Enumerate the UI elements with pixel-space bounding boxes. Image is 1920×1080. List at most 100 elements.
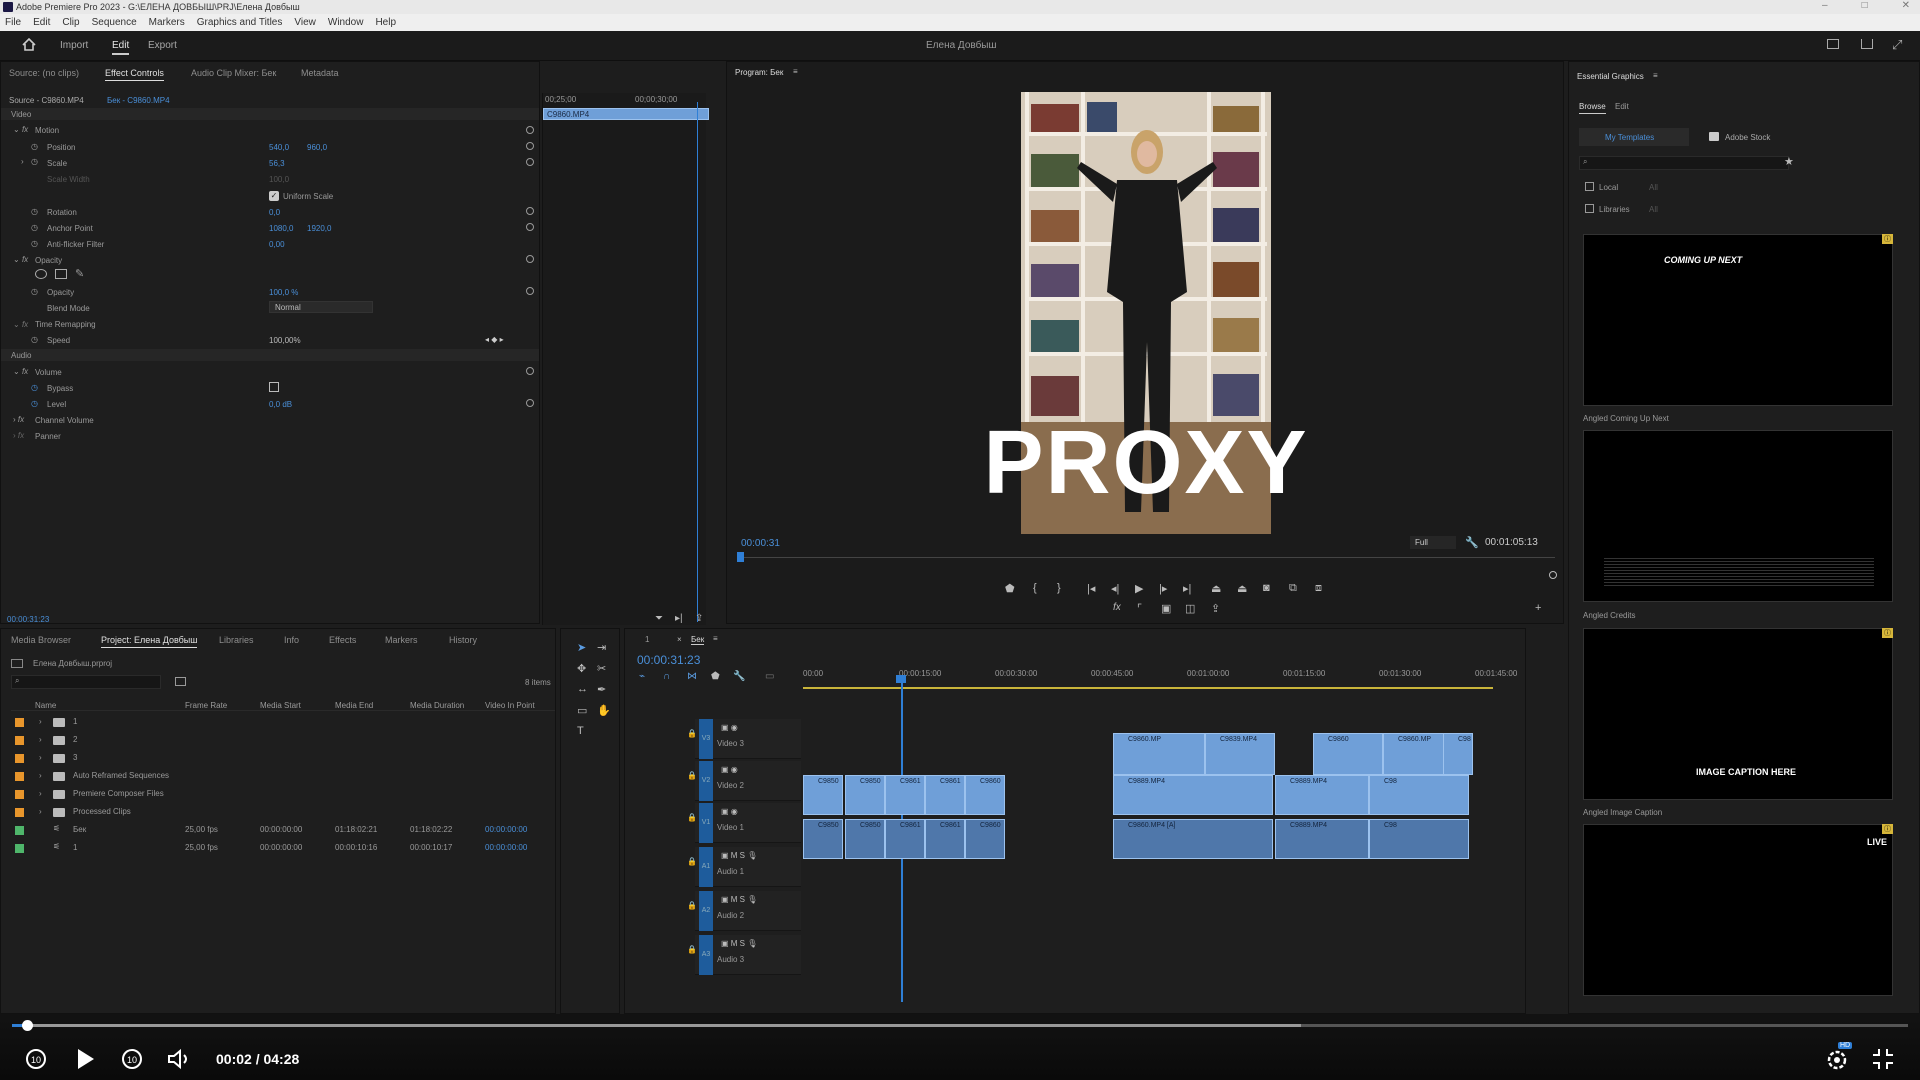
timeline-timecode[interactable]: 00:00:31:23 <box>637 653 700 667</box>
source-clip-label[interactable]: Source - C9860.MP4 <box>9 96 84 105</box>
tab-effects[interactable]: Effects <box>329 635 356 645</box>
tab-import[interactable]: Import <box>60 40 88 51</box>
audio-clip[interactable]: C9860 <box>965 819 1005 859</box>
anchor-x-value[interactable]: 1080,0 <box>269 224 293 233</box>
playhead-handle[interactable] <box>896 675 906 683</box>
label-color-swatch[interactable] <box>15 754 24 763</box>
adobe-stock-tab[interactable]: Adobe Stock <box>1725 133 1770 142</box>
minimize-icon[interactable]: – <box>1822 0 1828 14</box>
eg-tab-browse[interactable]: Browse <box>1579 102 1606 114</box>
settings-wrench-icon[interactable]: 🔧 <box>733 671 745 682</box>
go-to-out-icon[interactable]: ▸| <box>1183 582 1191 595</box>
compare-view-icon[interactable]: ⧉ <box>1289 582 1297 595</box>
video-clip[interactable]: C9850 <box>845 775 885 815</box>
stopwatch-icon[interactable]: ◷ <box>31 287 38 296</box>
project-row[interactable]: ⚟ Бек 25,00 fps 00:00:00:00 01:18:02:21 01:18… <box>11 822 555 838</box>
col-media-start[interactable]: Media Start <box>260 701 301 710</box>
hand-tool-icon[interactable]: ✋ <box>597 704 611 717</box>
template-thumb-coming-up-next[interactable]: COMING UP NEXT <box>1583 234 1893 406</box>
col-media-end[interactable]: Media End <box>335 701 373 710</box>
stopwatch-icon[interactable]: ◷ <box>31 142 38 151</box>
eg-tab-edit[interactable]: Edit <box>1615 102 1629 111</box>
stopwatch-icon[interactable]: ◷ <box>31 207 38 216</box>
play-icon[interactable] <box>74 1047 96 1071</box>
exit-fullscreen-icon[interactable] <box>1872 1048 1894 1070</box>
tab-effect-controls[interactable]: Effect Controls <box>105 68 164 81</box>
label-color-swatch[interactable] <box>15 844 24 853</box>
menu-window[interactable]: Window <box>328 14 364 31</box>
blend-mode-select[interactable]: Normal <box>275 303 301 312</box>
settings-wrench-icon[interactable]: 🔧 <box>1465 536 1479 549</box>
track-lock-icon[interactable]: 🔒 <box>687 813 697 822</box>
audio-clip[interactable]: C9850 <box>845 819 885 859</box>
track-source-patch[interactable]: V1 <box>699 803 713 843</box>
label-color-swatch[interactable] <box>15 736 24 745</box>
forward-10-icon[interactable]: 10 <box>120 1047 144 1071</box>
maximize-icon[interactable]: □ <box>1862 0 1868 14</box>
share-icon[interactable] <box>1861 39 1873 49</box>
eg-search-input[interactable] <box>1579 156 1789 170</box>
play-icon[interactable]: ▶ <box>1135 582 1143 595</box>
track-visibility-icon[interactable]: ▣ ◉ <box>721 723 738 732</box>
track-lock-icon[interactable]: 🔒 <box>687 771 697 780</box>
ec-current-time[interactable]: 00:00:31:23 <box>7 615 49 624</box>
proxy-toggle-icon[interactable]: ⧈ <box>1315 582 1322 595</box>
track-lock-icon[interactable]: 🔒 <box>687 857 697 866</box>
selection-tool-icon[interactable]: ➤ <box>577 641 586 654</box>
track-area[interactable]: C9860.MP C9839.MP4 C9860 C9860.MP C98 C9850 C9… <box>803 689 1503 1009</box>
track-lock-icon[interactable]: 🔒 <box>687 729 697 738</box>
tab-audio-clip-mixer[interactable]: Audio Clip Mixer: Бек <box>191 68 276 78</box>
position-x-value[interactable]: 540,0 <box>269 143 289 152</box>
scale-value[interactable]: 56,3 <box>269 159 285 168</box>
track-mute-solo-icon[interactable]: ▣ M S 🎙 <box>721 895 757 904</box>
settings-gear-icon[interactable] <box>1824 1046 1850 1072</box>
stopwatch-icon[interactable]: ◷ <box>31 399 38 408</box>
stopwatch-icon[interactable]: ◷ <box>31 335 38 344</box>
project-row[interactable]: › Premiere Composer Files <box>11 786 555 802</box>
menu-edit[interactable]: Edit <box>33 14 50 31</box>
reset-icon[interactable] <box>526 399 534 407</box>
track-mute-solo-icon[interactable]: ▣ M S 🎙 <box>721 939 757 948</box>
filter-icon[interactable]: ⏷ <box>655 613 663 624</box>
video-clip[interactable]: C98 <box>1443 733 1473 775</box>
video-clip[interactable]: C9850 <box>803 775 843 815</box>
template-thumb-image-caption[interactable]: IMAGE CAPTION HERE <box>1583 628 1893 800</box>
project-row[interactable]: › Processed Clips <box>11 804 555 820</box>
sequence-clip-label[interactable]: Бек - C9860.MP4 <box>107 96 170 105</box>
captions-icon[interactable]: ▭ <box>765 671 774 682</box>
button-editor-icon[interactable]: + <box>1535 602 1541 614</box>
pen-mask-icon[interactable]: ✎ <box>75 267 84 280</box>
col-media-duration[interactable]: Media Duration <box>410 701 464 710</box>
menu-file[interactable]: File <box>5 14 21 31</box>
tab-project[interactable]: Project: Елена Довбыш <box>101 635 198 648</box>
expand-folder-icon[interactable]: › <box>39 807 42 816</box>
track-lock-icon[interactable]: 🔒 <box>687 901 697 910</box>
expand-folder-icon[interactable]: › <box>39 789 42 798</box>
share-frame-icon[interactable]: ⇪ <box>1211 602 1220 615</box>
ellipse-mask-icon[interactable] <box>35 269 47 279</box>
zoom-handle[interactable] <box>1549 571 1557 579</box>
reset-icon[interactable] <box>526 223 534 231</box>
local-dropdown[interactable]: All <box>1649 183 1759 192</box>
position-y-value[interactable]: 960,0 <box>307 143 327 152</box>
go-to-in-icon[interactable]: |◂ <box>1087 582 1095 595</box>
track-visibility-icon[interactable]: ▣ ◉ <box>721 807 738 816</box>
panel-menu-icon[interactable]: ≡ <box>793 67 798 76</box>
fx-bypass-icon[interactable]: fx <box>1113 602 1121 613</box>
audio-clip[interactable]: C9861 <box>885 819 925 859</box>
level-value[interactable]: 0,0 dB <box>269 400 292 409</box>
audio-clip[interactable]: C98 <box>1369 819 1469 859</box>
reset-icon[interactable] <box>526 207 534 215</box>
fx-motion-toggle[interactable]: ⌄ fx <box>13 125 28 134</box>
export-frame-icon[interactable]: ⇪ <box>695 613 703 624</box>
video-clip[interactable]: C9889.MP4 <box>1275 775 1369 815</box>
menu-help[interactable]: Help <box>375 14 396 31</box>
expand-folder-icon[interactable]: › <box>39 753 42 762</box>
video-clip[interactable]: C9860 <box>965 775 1005 815</box>
timeline-tab-number[interactable]: 1 <box>645 635 649 644</box>
project-row[interactable]: › 2 <box>11 732 555 748</box>
label-color-swatch[interactable] <box>15 808 24 817</box>
libraries-checkbox[interactable] <box>1585 204 1594 213</box>
expand-icon[interactable]: › <box>21 157 24 166</box>
add-marker-icon[interactable]: ⋈ <box>687 671 697 682</box>
